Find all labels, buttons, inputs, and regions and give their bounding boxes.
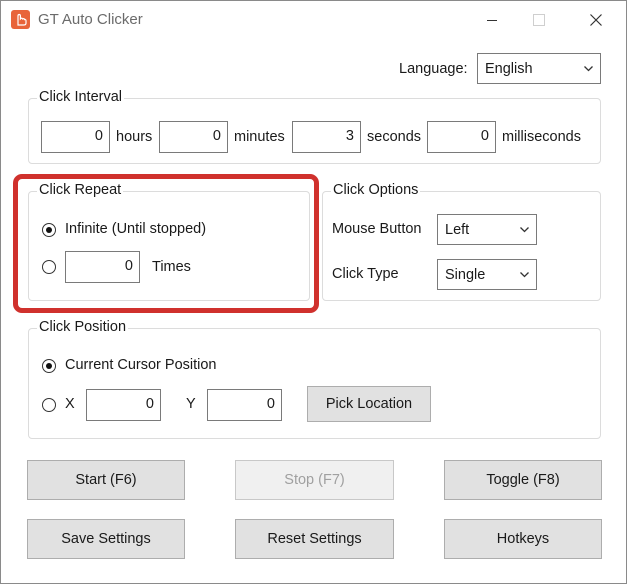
close-button[interactable]: [573, 1, 619, 39]
hotkeys-button[interactable]: Hotkeys: [444, 519, 602, 559]
language-value: English: [485, 61, 533, 77]
pick-location-button[interactable]: Pick Location: [307, 386, 431, 422]
start-button[interactable]: Start (F6): [27, 460, 185, 500]
minutes-label: minutes: [234, 129, 285, 145]
title-bar: GT Auto Clicker: [1, 1, 626, 39]
click-type-select[interactable]: Single: [437, 259, 537, 290]
seconds-label: seconds: [367, 129, 422, 145]
seconds-input[interactable]: 3: [292, 121, 361, 153]
hours-input[interactable]: 0: [41, 121, 110, 153]
minutes-input[interactable]: 0: [159, 121, 228, 153]
toggle-button[interactable]: Toggle (F8): [444, 460, 602, 500]
chevron-down-icon: [520, 227, 529, 233]
milliseconds-label: milliseconds: [502, 129, 581, 145]
chevron-down-icon: [584, 66, 593, 72]
chevron-down-icon: [520, 272, 529, 278]
highlight-box: [13, 174, 319, 313]
language-select[interactable]: English: [477, 53, 601, 84]
minimize-button[interactable]: [469, 1, 515, 39]
close-icon: [590, 14, 602, 26]
click-type-label: Click Type: [332, 266, 399, 282]
click-type-value: Single: [445, 267, 486, 283]
y-label: Y: [186, 396, 196, 412]
maximize-button[interactable]: [515, 1, 561, 39]
app-window: GT Auto Clicker Language: English Click …: [0, 0, 627, 584]
hours-label: hours: [116, 129, 153, 145]
milliseconds-input[interactable]: 0: [427, 121, 496, 153]
hand-pointer-icon: [11, 10, 30, 29]
mouse-button-value: Left: [445, 222, 470, 238]
position-current-radio[interactable]: [42, 359, 56, 373]
click-position-group: Click Position: [28, 319, 601, 439]
x-label: X: [65, 396, 75, 412]
position-current-label: Current Cursor Position: [65, 357, 217, 373]
window-title: GT Auto Clicker: [38, 11, 143, 28]
position-xy-radio[interactable]: [42, 398, 56, 412]
click-interval-title: Click Interval: [37, 89, 124, 105]
reset-settings-button[interactable]: Reset Settings: [235, 519, 394, 559]
x-input[interactable]: 0: [86, 389, 161, 421]
click-options-title: Click Options: [331, 182, 421, 198]
mouse-button-label: Mouse Button: [332, 221, 422, 237]
save-settings-button[interactable]: Save Settings: [27, 519, 185, 559]
y-input[interactable]: 0: [207, 389, 282, 421]
mouse-button-select[interactable]: Left: [437, 214, 537, 245]
click-position-title: Click Position: [37, 319, 129, 335]
language-label: Language:: [399, 61, 468, 77]
stop-button[interactable]: Stop (F7): [235, 460, 394, 500]
